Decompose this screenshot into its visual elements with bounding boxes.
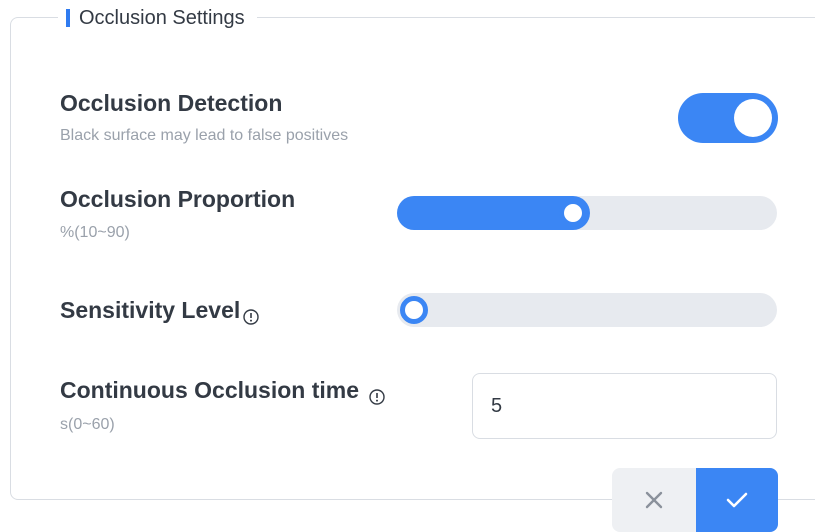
continuous-occlusion-time-range: s(0~60)	[60, 416, 115, 433]
occlusion-proportion-label: Occlusion Proportion	[60, 186, 296, 212]
section-title: Occlusion Settings	[79, 6, 245, 29]
check-icon	[726, 492, 748, 508]
continuous-occlusion-time-input[interactable]	[472, 373, 777, 439]
info-circle-icon[interactable]	[243, 304, 259, 325]
section-header: Occlusion Settings	[58, 5, 257, 31]
continuous-occlusion-time-label: Continuous Occlusion time	[60, 377, 360, 403]
occlusion-proportion-slider[interactable]	[397, 196, 777, 230]
cancel-button[interactable]	[612, 468, 696, 532]
toggle-knob	[734, 99, 772, 137]
slider-handle[interactable]	[400, 296, 428, 324]
occlusion-detection-description: Black surface may lead to false positive…	[60, 127, 349, 144]
occlusion-detection-label: Occlusion Detection	[60, 90, 283, 116]
occlusion-proportion-range: %(10~90)	[60, 224, 130, 241]
sensitivity-level-row: Sensitivity Level	[60, 297, 259, 325]
slider-handle[interactable]	[559, 199, 588, 227]
occlusion-settings-panel: Occlusion Settings Occlusion Detection B…	[0, 0, 815, 532]
sensitivity-level-label: Sensitivity Level	[60, 297, 241, 323]
confirm-button[interactable]	[696, 468, 778, 532]
close-icon	[645, 491, 663, 509]
section-accent-bar	[66, 9, 70, 27]
occlusion-detection-toggle[interactable]	[678, 93, 778, 143]
continuous-occlusion-time-row: Continuous Occlusion time	[60, 377, 385, 405]
info-circle-icon[interactable]	[369, 384, 385, 405]
sensitivity-level-slider[interactable]	[397, 293, 777, 327]
